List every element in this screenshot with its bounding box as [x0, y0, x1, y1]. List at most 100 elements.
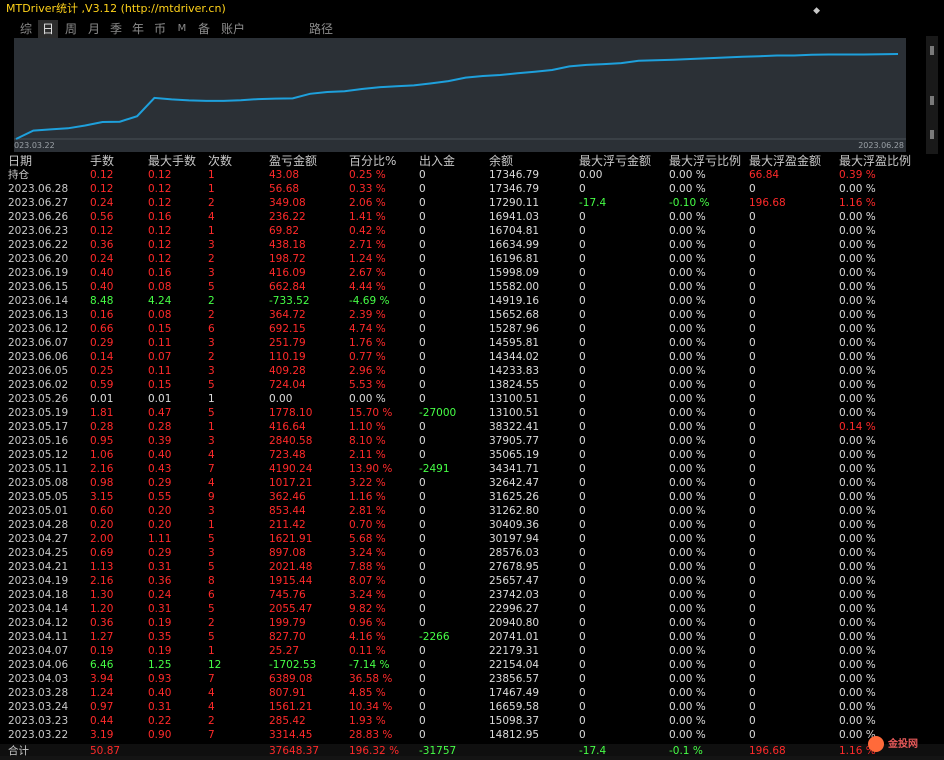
cell-balance: 16704.81 [489, 225, 540, 237]
chart-start-date: 023.03.22 [14, 141, 55, 150]
table-row[interactable]: 2023.05.17 0.28 0.28 1 416.64 1.10 % 0 38322.41… [0, 420, 944, 434]
table-row[interactable]: 2023.04.11 1.27 0.35 5 827.70 4.16 % -2266 2074… [0, 630, 944, 644]
tab-8[interactable]: 备 [194, 20, 214, 38]
cell-count: 6 [208, 323, 215, 335]
table-row[interactable]: 2023.06.13 0.16 0.08 2 364.72 2.39 % 0 15652.68… [0, 308, 944, 322]
cell-balance: 22179.31 [489, 645, 540, 657]
tab-2[interactable]: 周 [61, 20, 81, 38]
equity-line [15, 53, 899, 140]
cell-balance: 15582.00 [489, 281, 540, 293]
tab-6[interactable]: 币 [150, 20, 170, 38]
cell-lots: 0.12 [90, 183, 114, 195]
cell-lots: 2.00 [90, 533, 114, 545]
table-row[interactable]: 2023.06.07 0.29 0.11 3 251.79 1.76 % 0 14595.81… [0, 336, 944, 350]
scroll-grip[interactable] [930, 46, 934, 55]
table-row[interactable]: 2023.03.22 3.19 0.90 7 3314.45 28.83 % 0 14812.… [0, 728, 944, 742]
table-row[interactable]: 2023.06.06 0.14 0.07 2 110.19 0.77 % 0 14344.02… [0, 350, 944, 364]
table-row[interactable]: 2023.04.07 0.19 0.19 1 25.27 0.11 % 0 22179.31 0… [0, 644, 944, 658]
table-row[interactable]: 2023.03.23 0.44 0.22 2 285.42 1.93 % 0 15098.37… [0, 714, 944, 728]
cell-deposit: 0 [419, 603, 426, 615]
cell-deposit: 0 [419, 575, 426, 587]
table-row[interactable]: 2023.05.19 1.81 0.47 5 1778.10 15.70 % -27000 1… [0, 406, 944, 420]
table-row[interactable]: 2023.06.20 0.24 0.12 2 198.72 1.24 % 0 16196.81… [0, 252, 944, 266]
cell-max-float-loss-pct: 0.00 % [669, 687, 706, 699]
cell-max-float-profit: 0 [749, 673, 756, 685]
cell-lots: 0.20 [90, 519, 114, 531]
table-row[interactable]: 2023.03.24 0.97 0.31 4 1561.21 10.34 % 0 16659.… [0, 700, 944, 714]
cell-balance: 27678.95 [489, 561, 540, 573]
table-row[interactable]: 2023.05.26 0.01 0.01 1 0.00 0.00 % 0 13100.51 0 0… [0, 392, 944, 406]
cell-max-float-profit: 0 [749, 561, 756, 573]
table-row[interactable]: 2023.04.12 0.36 0.19 2 199.79 0.96 % 0 20940.80… [0, 616, 944, 630]
table-row[interactable]: 2023.06.23 0.12 0.12 1 69.82 0.42 % 0 16704.81 0… [0, 224, 944, 238]
table-row[interactable]: 2023.03.28 1.24 0.40 4 807.91 4.85 % 0 17467.49… [0, 686, 944, 700]
cell-percent: 8.10 % [349, 435, 386, 447]
cell-percent: 4.16 % [349, 631, 386, 643]
cell-max-float-loss-pct: 0.00 % [669, 281, 706, 293]
chart-scrollbar[interactable] [926, 36, 938, 154]
cell-percent: 2.67 % [349, 267, 386, 279]
tab-0[interactable]: 综 [16, 20, 36, 38]
table-row[interactable]: 2023.06.28 0.12 0.12 1 56.68 0.33 % 0 17346.79 0… [0, 182, 944, 196]
cell-max-float-profit: 66.84 [749, 169, 780, 181]
cell-pnl: 1915.44 [269, 575, 313, 587]
cell-deposit: 0 [419, 253, 426, 265]
cell-max-float-profit: 0 [749, 295, 756, 307]
cell-max-lots: 0.28 [148, 421, 172, 433]
cell-deposit: -27000 [419, 407, 457, 419]
table-row[interactable]: 2023.04.14 1.20 0.31 5 2055.47 9.82 % 0 22996.2… [0, 602, 944, 616]
table-row[interactable]: 2023.04.03 3.94 0.93 7 6389.08 36.58 % 0 23856.… [0, 672, 944, 686]
cell-balance: 16196.81 [489, 253, 540, 265]
cell-count: 5 [208, 561, 215, 573]
daily-stats-table: 日期 手数 最大手数 次数 盈亏金额 百分比% 出入金 余额 最大浮亏金额 最大浮亏比例 最大浮盈金… [0, 154, 944, 760]
cell-balance: 13100.51 [489, 393, 540, 405]
cell-max-lots: 0.15 [148, 323, 172, 335]
table-row[interactable]: 2023.05.16 0.95 0.39 3 2840.58 8.10 % 0 37905.7… [0, 434, 944, 448]
tab-10[interactable]: 路径 [306, 20, 336, 38]
table-row[interactable]: 2023.04.19 2.16 0.36 8 1915.44 8.07 % 0 25657.4… [0, 574, 944, 588]
cell-balance: 14233.83 [489, 365, 540, 377]
table-row[interactable]: 2023.06.19 0.40 0.16 3 416.09 2.67 % 0 15998.09… [0, 266, 944, 280]
tab-9[interactable]: 账户 [218, 20, 248, 38]
table-row[interactable]: 2023.04.06 6.46 1.25 12 -1702.53 -7.14 % 0 2215… [0, 658, 944, 672]
table-row[interactable]: 2023.05.11 2.16 0.43 7 4190.24 13.90 % -2491 34… [0, 462, 944, 476]
table-row[interactable]: 2023.06.15 0.40 0.08 5 662.84 4.44 % 0 15582.00… [0, 280, 944, 294]
table-row[interactable]: 2023.04.25 0.69 0.29 3 897.08 3.24 % 0 28576.03… [0, 546, 944, 560]
cell-percent: 2.71 % [349, 239, 386, 251]
table-row[interactable]: 2023.06.22 0.36 0.12 3 438.18 2.71 % 0 16634.99… [0, 238, 944, 252]
scroll-grip[interactable] [930, 130, 934, 139]
table-row[interactable]: 2023.06.14 8.48 4.24 2 -733.52 -4.69 % 0 14919.… [0, 294, 944, 308]
table-row[interactable]: 持仓 0.12 0.12 1 43.08 0.25 % 0 17346.79 0.00 0.00 … [0, 168, 944, 182]
table-row[interactable]: 2023.06.02 0.59 0.15 5 724.04 5.53 % 0 13824.55… [0, 378, 944, 392]
tab-7[interactable]: M [174, 20, 190, 38]
cell-max-float-profit-pct: 0.00 % [839, 323, 876, 335]
tab-3[interactable]: 月 [84, 20, 104, 38]
table-row[interactable]: 2023.05.12 1.06 0.40 4 723.48 2.11 % 0 35065.19… [0, 448, 944, 462]
tab-4[interactable]: 季 [106, 20, 126, 38]
cell-max-lots: 0.15 [148, 379, 172, 391]
table-header[interactable]: 日期 手数 最大手数 次数 盈亏金额 百分比% 出入金 余额 最大浮亏金额 最大浮亏比例 最大浮盈金… [0, 154, 944, 168]
header-deposit: 出入金 [419, 154, 456, 168]
cell-max-float-loss-pct: 0.00 % [669, 603, 706, 615]
equity-chart: 023.03.22 2023.06.28 [14, 38, 906, 152]
cell-max-lots: 0.08 [148, 281, 172, 293]
tab-5[interactable]: 年 [128, 20, 148, 38]
table-row[interactable]: 2023.06.27 0.24 0.12 2 349.08 2.06 % 0 17290.11… [0, 196, 944, 210]
cell-max-float-loss-pct: 0.00 % [669, 239, 706, 251]
cell-max-lots: 0.16 [148, 211, 172, 223]
cell-max-float-profit: 0 [749, 519, 756, 531]
table-row[interactable]: 2023.04.27 2.00 1.11 5 1621.91 5.68 % 0 30197.9… [0, 532, 944, 546]
table-row[interactable]: 2023.05.01 0.60 0.20 3 853.44 2.81 % 0 31262.80… [0, 504, 944, 518]
table-row[interactable]: 2023.06.12 0.66 0.15 6 692.15 4.74 % 0 15287.96… [0, 322, 944, 336]
cell-percent: 1.93 % [349, 715, 386, 727]
table-row[interactable]: 2023.05.08 0.98 0.29 4 1017.21 3.22 % 0 32642.4… [0, 476, 944, 490]
table-row[interactable]: 2023.04.21 1.13 0.31 5 2021.48 7.88 % 0 27678.9… [0, 560, 944, 574]
tab-1[interactable]: 日 [38, 20, 58, 38]
table-row[interactable]: 2023.06.05 0.25 0.11 3 409.28 2.96 % 0 14233.83… [0, 364, 944, 378]
table-row[interactable]: 2023.05.05 3.15 0.55 9 362.46 1.16 % 0 31625.26… [0, 490, 944, 504]
table-row[interactable]: 2023.04.18 1.30 0.24 6 745.76 3.24 % 0 23742.03… [0, 588, 944, 602]
window-control-mark[interactable]: ◆ [813, 2, 820, 20]
table-row[interactable]: 2023.04.28 0.20 0.20 1 211.42 0.70 % 0 30409.36… [0, 518, 944, 532]
table-row[interactable]: 2023.06.26 0.56 0.16 4 236.22 1.41 % 0 16941.03… [0, 210, 944, 224]
scroll-grip[interactable] [930, 96, 934, 105]
